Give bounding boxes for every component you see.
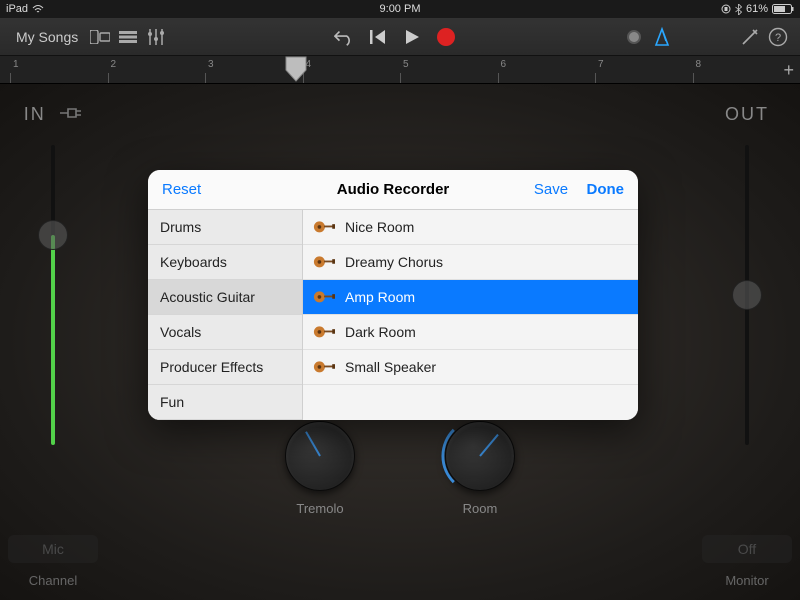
preset-label: Nice Room <box>345 219 414 235</box>
monitor-selector[interactable]: Off Monitor <box>702 535 792 588</box>
orientation-lock-icon <box>721 4 731 14</box>
preset-item[interactable]: Dark Room <box>303 315 638 350</box>
preset-label: Dreamy Chorus <box>345 254 443 270</box>
ruler-tick: 4 <box>303 73 401 83</box>
monitor-mode[interactable]: Off <box>702 535 792 563</box>
slider-thumb[interactable] <box>732 280 762 310</box>
guitar-icon <box>313 218 335 237</box>
category-list: DrumsKeyboardsAcoustic GuitarVocalsProdu… <box>148 210 303 420</box>
battery-pct: 61% <box>746 3 768 15</box>
mic-mode[interactable]: Mic <box>8 535 98 563</box>
category-item[interactable]: Acoustic Guitar <box>148 280 302 315</box>
app-toolbar: My Songs ? <box>0 18 800 56</box>
instrument-view: IN OUT Mic Channel Off Monitor TonePrese… <box>0 84 800 600</box>
preset-list: Nice Room Dreamy Chorus Amp Room Dark Room S… <box>303 210 638 420</box>
undo-button[interactable] <box>334 27 354 47</box>
settings-icon[interactable] <box>736 23 764 51</box>
category-item[interactable]: Vocals <box>148 315 302 350</box>
svg-text:?: ? <box>775 32 781 44</box>
device-label: iPad <box>6 3 28 15</box>
guitar-icon <box>313 323 335 342</box>
guitar-icon <box>313 253 335 272</box>
category-item[interactable]: Keyboards <box>148 245 302 280</box>
out-label: OUT <box>725 104 769 124</box>
add-track-button[interactable]: + <box>783 60 794 81</box>
channel-label: Channel <box>29 573 77 588</box>
metronome-icon[interactable] <box>648 23 676 51</box>
my-songs-button[interactable]: My Songs <box>8 25 86 49</box>
preset-item[interactable]: Nice Room <box>303 210 638 245</box>
modal-title: Audio Recorder <box>316 181 470 198</box>
play-button[interactable] <box>402 27 422 47</box>
done-button[interactable]: Done <box>587 181 625 198</box>
category-item[interactable]: Fun <box>148 385 302 420</box>
tracks-view-icon[interactable] <box>114 23 142 51</box>
clock: 9:00 PM <box>269 3 532 15</box>
preset-label: Amp Room <box>345 289 415 305</box>
status-bar: iPad 9:00 PM 61% <box>0 0 800 18</box>
reset-button[interactable]: Reset <box>162 181 316 198</box>
battery-icon <box>772 4 794 14</box>
guitar-icon <box>313 358 335 377</box>
knob-room[interactable]: Room <box>445 421 515 516</box>
input-column: IN <box>8 104 98 445</box>
channel-selector[interactable]: Mic Channel <box>8 535 98 588</box>
slider-thumb[interactable] <box>38 220 68 250</box>
master-volume-knob[interactable] <box>620 23 648 51</box>
mixer-icon[interactable] <box>142 23 170 51</box>
help-icon[interactable]: ? <box>764 23 792 51</box>
ruler-tick: 5 <box>400 73 498 83</box>
go-to-start-button[interactable] <box>368 27 388 47</box>
ruler-tick: 8 <box>693 73 791 83</box>
category-item[interactable]: Producer Effects <box>148 350 302 385</box>
preset-label: Dark Room <box>345 324 416 340</box>
ruler-tick: 2 <box>108 73 206 83</box>
ruler-tick: 6 <box>498 73 596 83</box>
preset-browser-modal: Reset Audio Recorder Save Done DrumsKeyb… <box>148 170 638 420</box>
timeline-ruler[interactable]: 12345678 + <box>0 56 800 84</box>
bluetooth-icon <box>735 4 742 15</box>
record-button[interactable] <box>436 27 456 47</box>
input-gain-slider[interactable] <box>51 145 55 445</box>
output-level-slider[interactable] <box>745 145 749 445</box>
preset-label: Small Speaker <box>345 359 436 375</box>
guitar-icon <box>313 288 335 307</box>
ruler-tick: 1 <box>10 73 108 83</box>
save-button[interactable]: Save <box>534 181 568 198</box>
category-item[interactable]: Drums <box>148 210 302 245</box>
input-plug-icon[interactable] <box>58 106 82 120</box>
in-label: IN <box>24 104 46 124</box>
preset-item[interactable]: Small Speaker <box>303 350 638 385</box>
preset-item[interactable]: Amp Room <box>303 280 638 315</box>
knob-tremolo[interactable]: Tremolo <box>285 421 355 516</box>
ruler-tick: 7 <box>595 73 693 83</box>
playhead[interactable] <box>285 56 307 82</box>
transport-controls <box>334 27 456 47</box>
modal-header: Reset Audio Recorder Save Done <box>148 170 638 210</box>
preset-item[interactable]: Dreamy Chorus <box>303 245 638 280</box>
output-column: OUT <box>702 104 792 445</box>
wifi-icon <box>32 4 44 14</box>
browser-view-icon[interactable] <box>86 23 114 51</box>
knob-label: Tremolo <box>296 501 343 516</box>
monitor-label: Monitor <box>725 573 768 588</box>
knob-label: Room <box>463 501 498 516</box>
